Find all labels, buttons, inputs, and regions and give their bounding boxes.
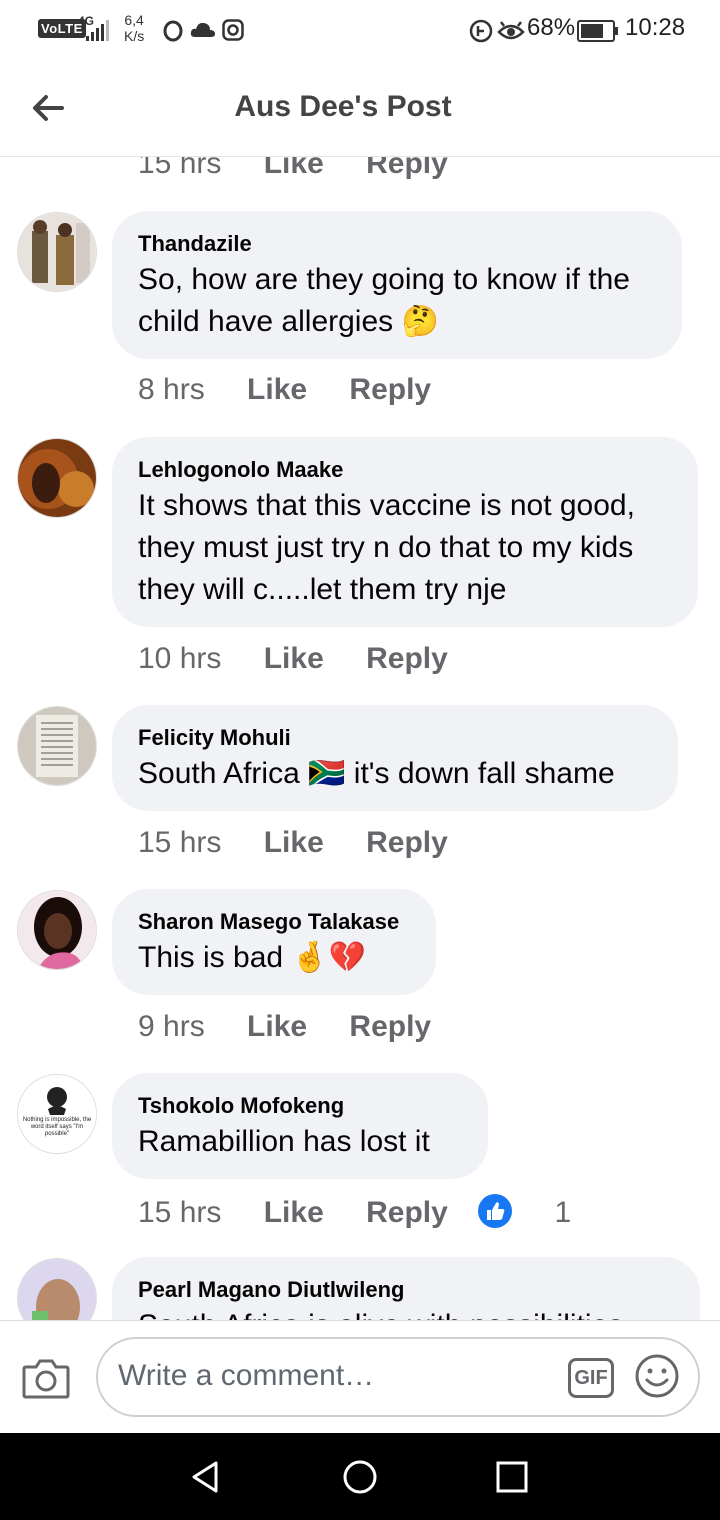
comment-author[interactable]: Sharon Masego Talakase (138, 909, 399, 935)
like-button[interactable]: Like (264, 826, 324, 859)
nav-recents-icon[interactable] (492, 1457, 532, 1497)
comment-text: This is bad 🤞💔 (138, 941, 367, 974)
nav-back-icon[interactable] (186, 1457, 226, 1497)
like-button[interactable]: Like (264, 642, 324, 675)
nav-home-icon[interactable] (340, 1457, 380, 1497)
comment-text: So, how are they going to know if the ch… (138, 263, 630, 338)
reply-button[interactable]: Reply (366, 1196, 448, 1229)
instagram-icon (222, 19, 244, 41)
like-button[interactable]: Like (264, 157, 324, 180)
system-nav-bar (0, 1433, 720, 1520)
status-bar: VoLTE 4G 6,4 K/s 68% 10:28 (0, 0, 720, 60)
comment-input-placeholder: Write a comment… (118, 1359, 375, 1392)
eye-icon (497, 21, 525, 40)
clock: 10:28 (625, 14, 686, 41)
comment-time: 8 hrs (138, 373, 205, 406)
reply-button[interactable]: Reply (349, 1010, 431, 1043)
emoji-icon[interactable] (634, 1353, 680, 1399)
comment-time: 15 hrs (138, 826, 222, 859)
comment-meta: 9 hrs Like Reply (138, 1010, 465, 1044)
comment-bubble[interactable]: Pearl Magano Diutlwileng South Africa is… (112, 1257, 700, 1320)
battery-icon (577, 20, 618, 42)
signal-icon (86, 20, 109, 41)
comment-time: 15 hrs (138, 157, 222, 180)
comment-bubble[interactable]: Tshokolo Mofokeng Ramabillion has lost i… (112, 1073, 488, 1179)
avatar[interactable]: Nothing is impossible, the word itself s… (17, 1074, 97, 1154)
comment-author[interactable]: Felicity Mohuli (138, 725, 291, 751)
like-reaction-icon[interactable] (478, 1194, 513, 1228)
comment-author[interactable]: Lehlogonolo Maake (138, 457, 343, 483)
network-speed: 6,4 K/s (124, 12, 145, 44)
post-header: Aus Dee's Post (0, 60, 720, 157)
like-button[interactable]: Like (247, 1010, 307, 1043)
reply-button[interactable]: Reply (366, 826, 448, 859)
avatar-caption: Nothing is impossible, the word itself s… (22, 1117, 92, 1137)
comment-bubble[interactable]: Felicity Mohuli South Africa 🇿🇦 it's dow… (112, 705, 678, 811)
like-button[interactable]: Like (247, 373, 307, 406)
comment-text: South Africa 🇿🇦 it's down fall shame (138, 757, 615, 790)
comment-meta: 15 hrs Like Reply 1 (138, 1194, 571, 1230)
comment-bubble[interactable]: Lehlogonolo Maake It shows that this vac… (112, 437, 698, 627)
comment-time: 10 hrs (138, 642, 222, 675)
comment-author[interactable]: Thandazile (138, 231, 252, 257)
reply-button[interactable]: Reply (366, 157, 448, 180)
like-button[interactable]: Like (264, 1196, 324, 1229)
comment-text: It shows that this vaccine is not good, … (138, 489, 635, 606)
comment-meta: 15 hrs Like Reply (138, 826, 482, 860)
avatar[interactable] (17, 1258, 97, 1320)
comment-composer: Write a comment… GIF (0, 1320, 720, 1434)
avatar[interactable] (17, 890, 97, 970)
comment-meta: 10 hrs Like Reply (138, 642, 482, 676)
opera-icon (163, 20, 183, 42)
gif-button[interactable]: GIF (568, 1358, 614, 1398)
avatar[interactable] (17, 706, 97, 786)
comment-text: Ramabillion has lost it (138, 1125, 430, 1158)
data-saver-icon (469, 19, 493, 43)
reply-button[interactable]: Reply (349, 373, 431, 406)
avatar[interactable] (17, 438, 97, 518)
reaction-count: 1 (554, 1196, 572, 1229)
comment-text: South Africa is alive with possibilities (138, 1305, 678, 1320)
comment-input[interactable]: Write a comment… GIF (96, 1337, 700, 1417)
page-title: Aus Dee's Post (234, 90, 452, 123)
avatar[interactable] (17, 212, 97, 292)
comment-bubble[interactable]: Sharon Masego Talakase This is bad 🤞💔 (112, 889, 436, 995)
comment-meta: 8 hrs Like Reply (138, 373, 465, 407)
comment-author[interactable]: Pearl Magano Diutlwileng (138, 1277, 404, 1303)
comment-time: 9 hrs (138, 1010, 205, 1043)
reply-button[interactable]: Reply (366, 642, 448, 675)
comments-feed[interactable]: 15 hrs Like Reply Thandazile So, how are… (0, 157, 720, 1320)
comment-meta: 15 hrs Like Reply (138, 157, 482, 181)
cloud-icon (190, 22, 215, 37)
comment-bubble[interactable]: Thandazile So, how are they going to kno… (112, 211, 682, 359)
battery-percent: 68% (527, 14, 576, 41)
camera-icon[interactable] (22, 1357, 70, 1399)
comment-time: 15 hrs (138, 1196, 222, 1229)
comment-author[interactable]: Tshokolo Mofokeng (138, 1093, 344, 1119)
